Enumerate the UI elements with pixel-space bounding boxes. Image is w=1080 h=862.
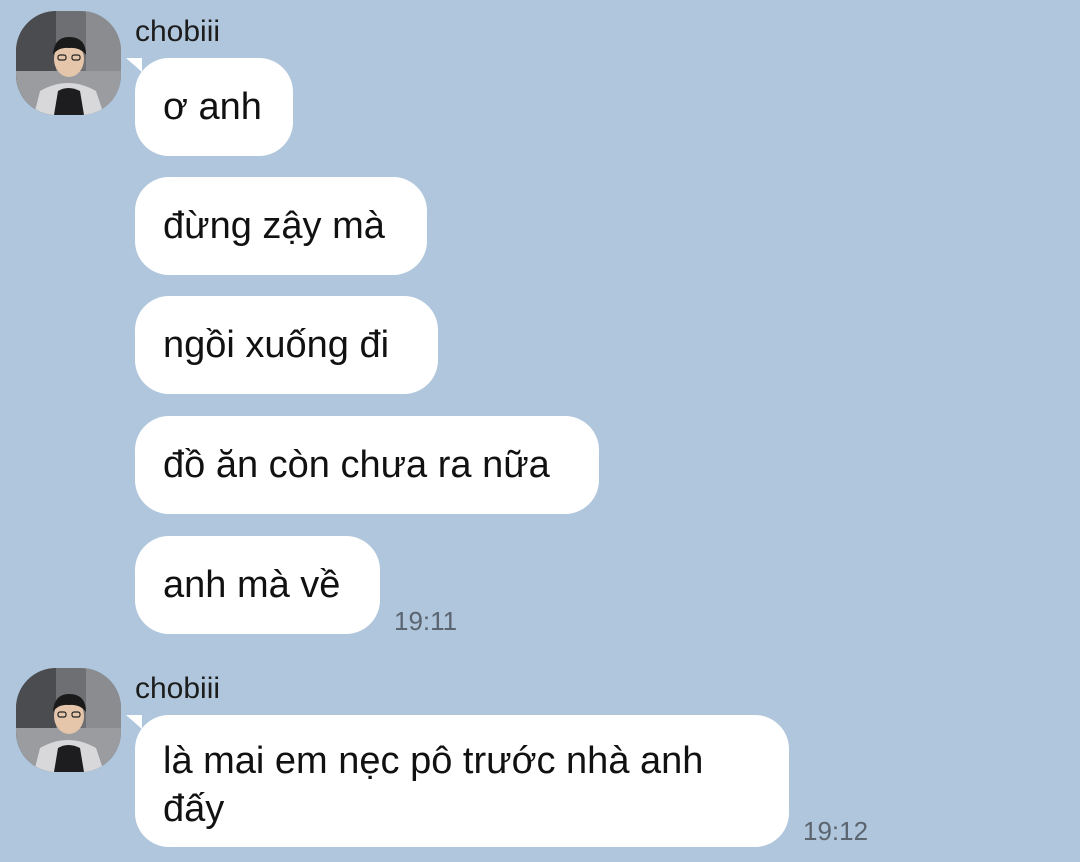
message-bubble[interactable]: là mai em nẹc pô trước nhà anh đấy [135, 715, 789, 847]
message-bubble[interactable]: ngồi xuống đi [135, 296, 438, 394]
message-bubble[interactable]: anh mà về [135, 536, 380, 634]
sender-name: chobiii [135, 15, 221, 48]
bubble-tail [126, 715, 142, 729]
message-bubble[interactable]: đồ ăn còn chưa ra nữa [135, 416, 599, 514]
avatar-photo-icon [16, 11, 121, 115]
message-bubble[interactable]: đừng zậy mà [135, 177, 427, 275]
sender-avatar[interactable] [16, 11, 121, 115]
avatar-photo-icon [16, 668, 121, 772]
bubble-tail [126, 58, 142, 72]
sender-name: chobiii [135, 672, 221, 705]
sender-avatar[interactable] [16, 668, 121, 772]
message-timestamp: 19:11 [394, 606, 458, 636]
message-timestamp: 19:12 [803, 816, 869, 846]
message-bubble[interactable]: ơ anh [135, 58, 293, 156]
